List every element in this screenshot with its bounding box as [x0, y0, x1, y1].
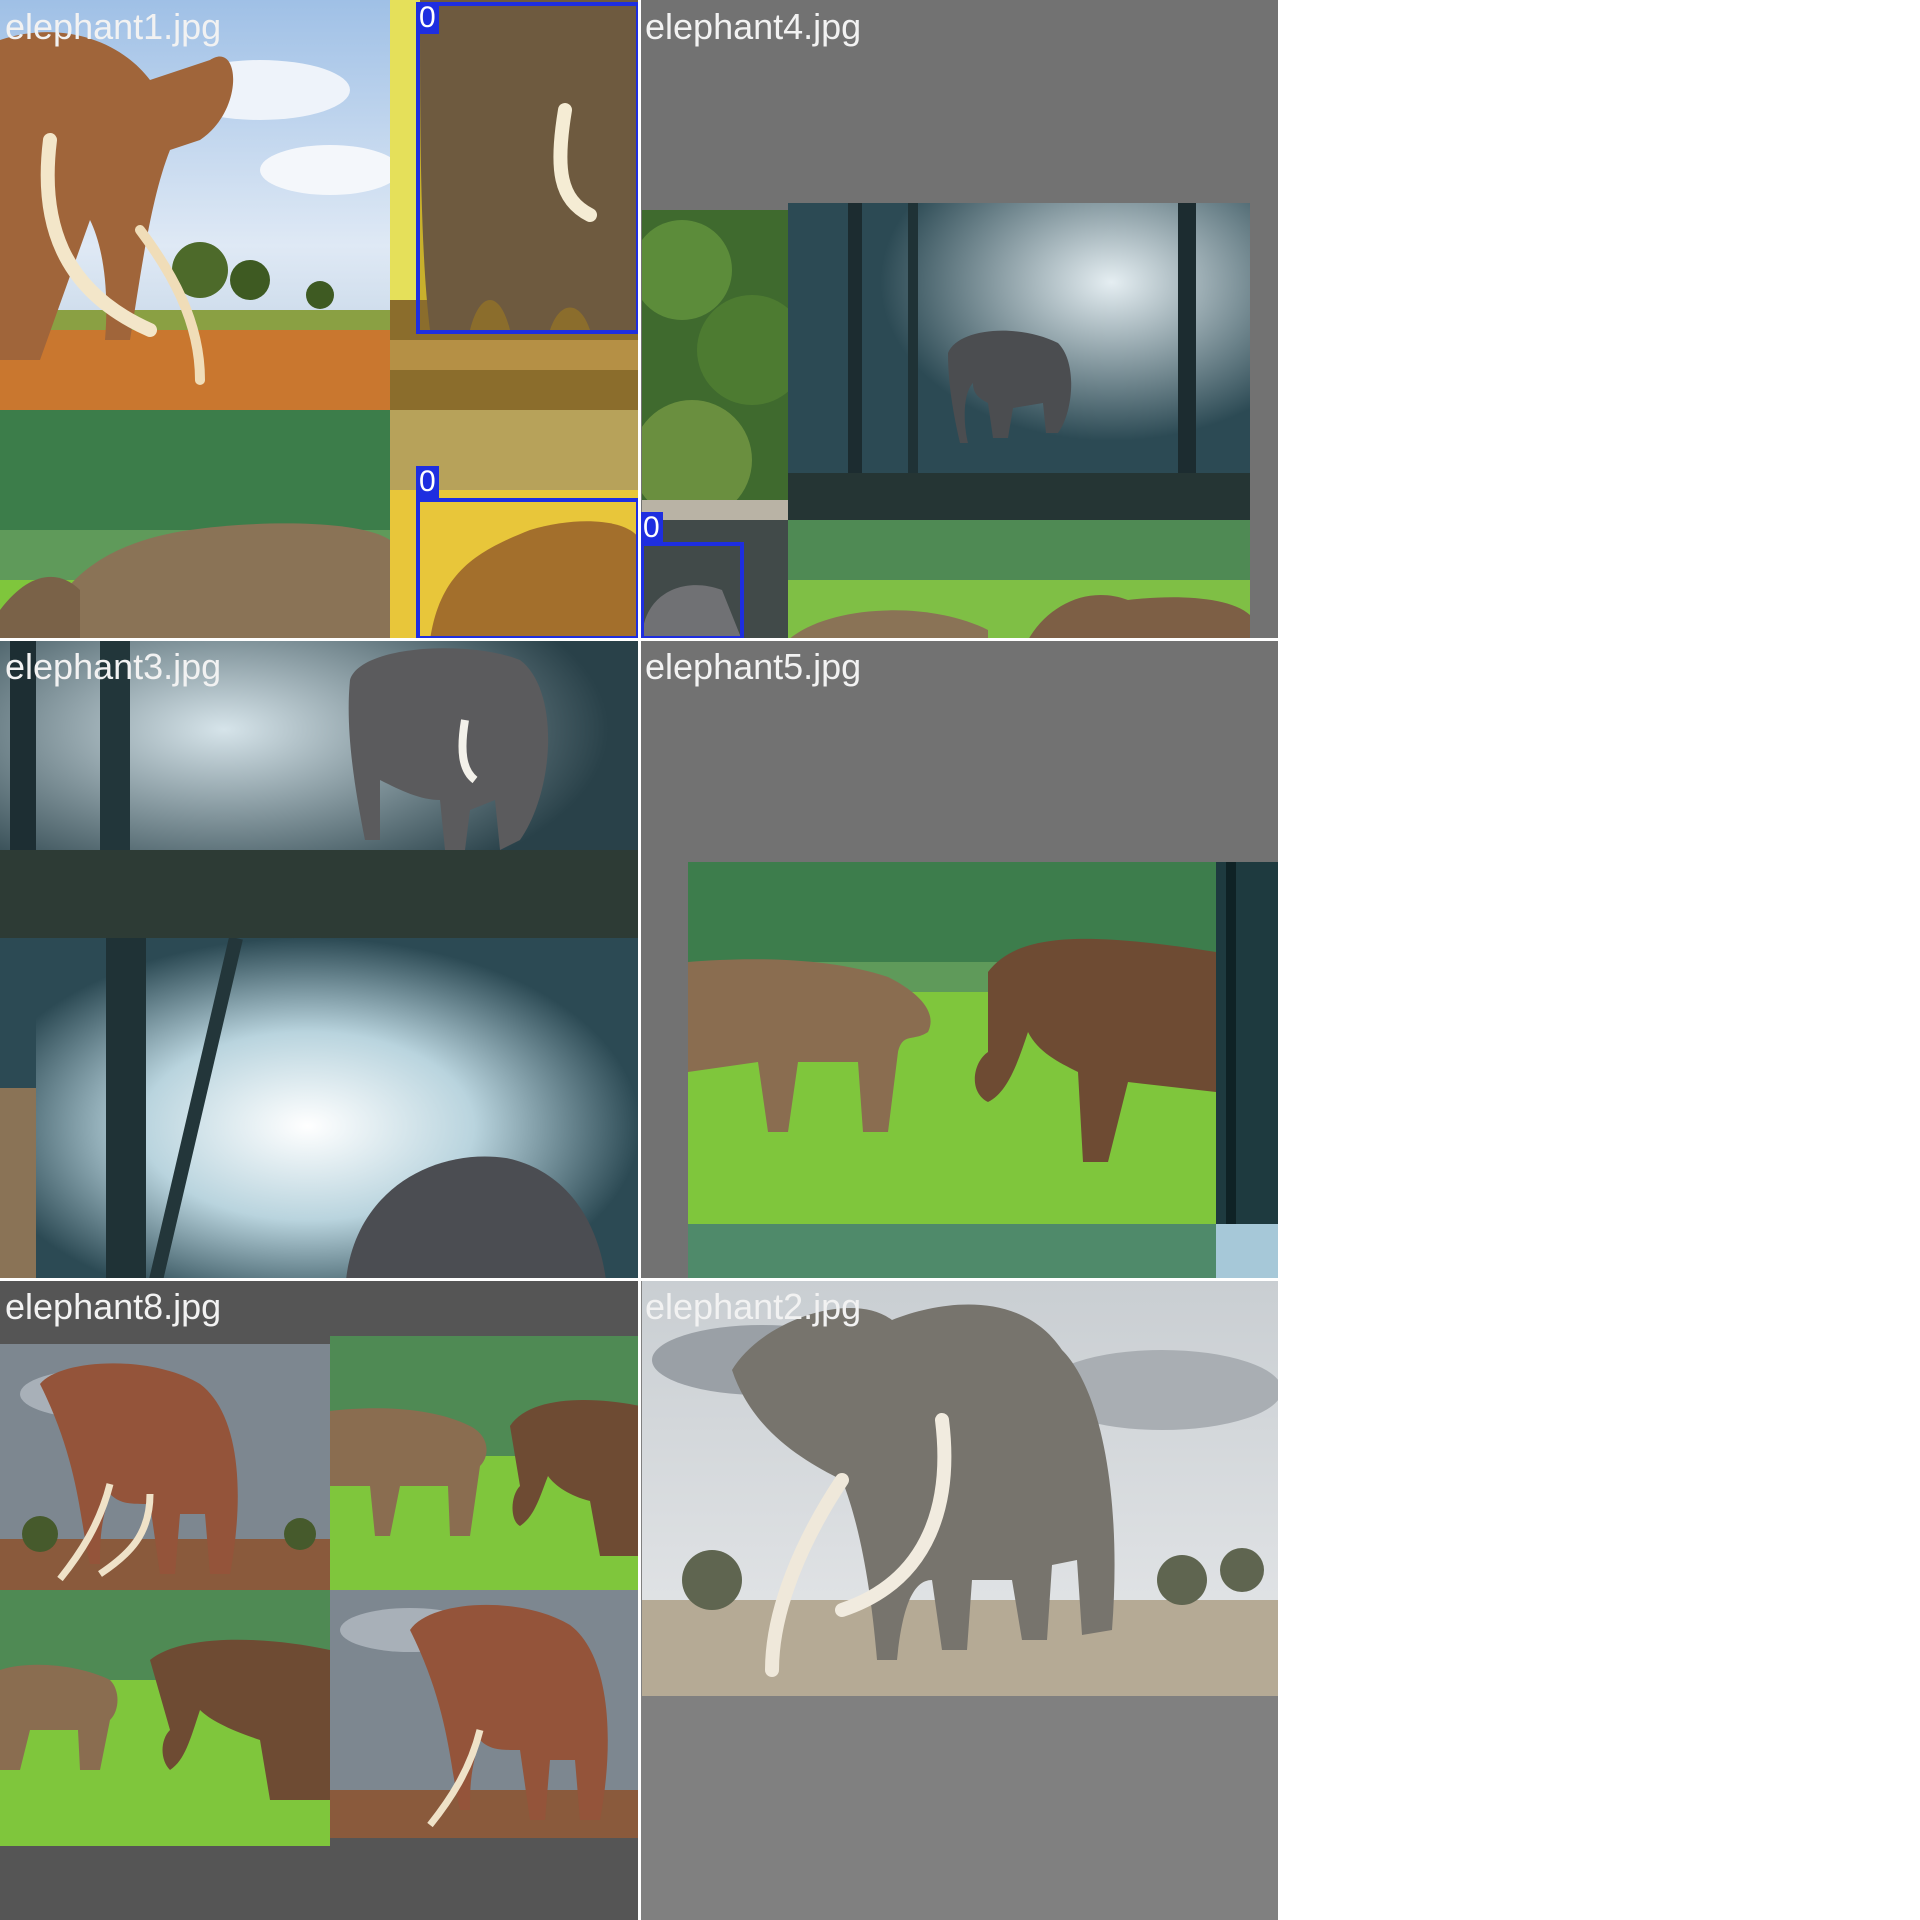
image-asian-elephants-2 [0, 1590, 330, 1846]
image-tusker-elephant [642, 1280, 1280, 1696]
image-forest-elephant-bottom [36, 938, 640, 1280]
grid-divider-vertical [1278, 0, 1281, 1920]
detection-box [416, 2, 640, 334]
mosaic-tile-elephant2: elephant2.jpg [640, 1280, 1280, 1920]
image-filename-label: elephant5.jpg [645, 646, 862, 687]
grid-divider-horizontal [0, 638, 1280, 641]
mosaic-tile-elephant8: elephant8.jpg [0, 1280, 640, 1920]
detection-class-label: 0 [640, 512, 663, 544]
detection-class-label: 0 [416, 2, 439, 34]
grid-divider-horizontal [0, 1278, 1280, 1281]
image-filename-label: elephant2.jpg [645, 1286, 862, 1327]
detection-box [416, 498, 640, 640]
image-asian-elephants [0, 410, 390, 640]
image-filename-label: elephant8.jpg [5, 1286, 222, 1327]
detection-box [640, 542, 744, 640]
image-misty-forest-elephant [788, 203, 1250, 520]
image-asian-elephants-strip-bottom [688, 1224, 1216, 1280]
image-african-elephant-red-2 [330, 1590, 640, 1838]
image-filename-label: elephant1.jpg [5, 6, 222, 47]
image-asian-elephants-greeting [688, 862, 1216, 1224]
image-asian-elephants-1 [330, 1336, 640, 1590]
image-savanna-elephant [0, 0, 390, 410]
image-african-elephant-red-1 [0, 1344, 330, 1590]
image-filename-label: elephant3.jpg [5, 646, 222, 687]
image-sky-strip [1216, 1224, 1280, 1280]
detection-class-label: 0 [416, 466, 439, 498]
image-filename-label: elephant4.jpg [645, 6, 862, 47]
image-forest-strip-right [1216, 862, 1280, 1224]
image-forest-strip-left [0, 938, 36, 1280]
mosaic-tile-elephant5: elephant5.jpg [640, 640, 1280, 1280]
image-asian-elephants-strip [788, 520, 1250, 640]
mosaic-tile-elephant3: elephant3.jpg [0, 640, 640, 1280]
grid-divider-vertical [638, 0, 641, 1920]
